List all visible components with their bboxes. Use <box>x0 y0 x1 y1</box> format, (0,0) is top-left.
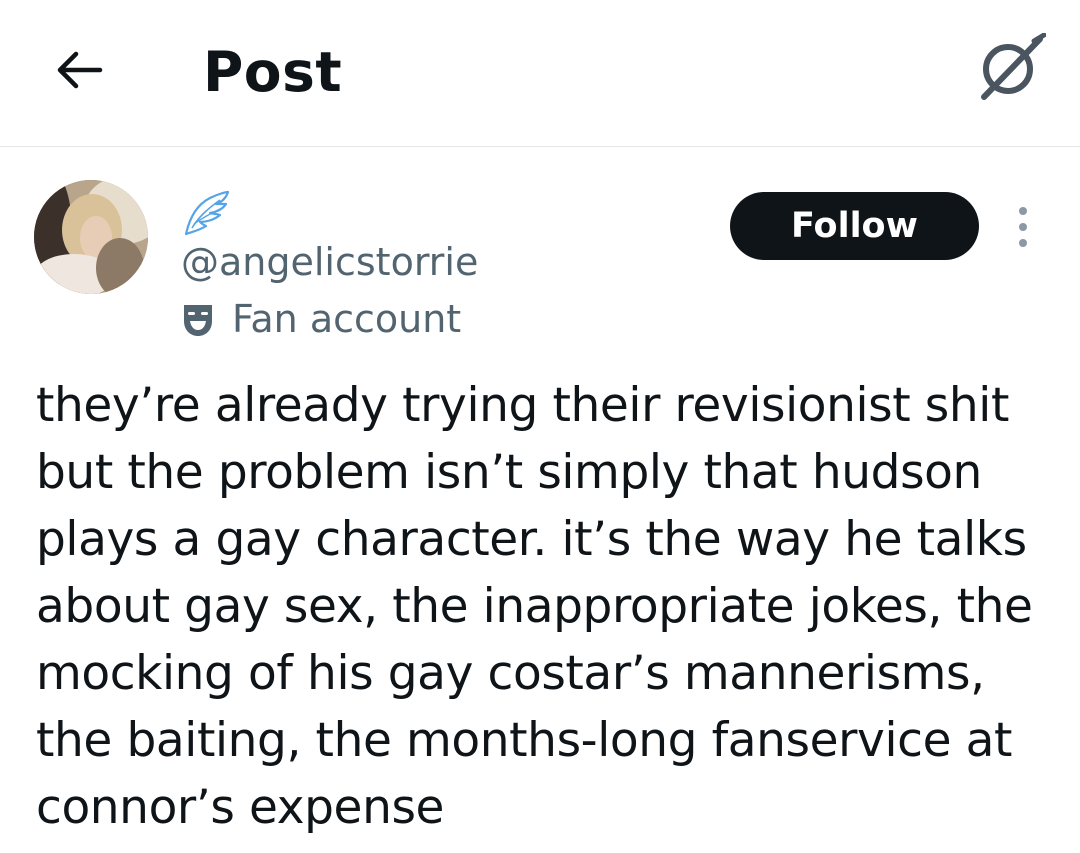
grok-icon <box>981 33 1046 100</box>
theater-mask-icon <box>184 305 212 336</box>
more-dot-icon <box>1019 207 1027 215</box>
top-bar: Post <box>0 0 1080 147</box>
angel-wing-icon <box>184 190 230 236</box>
account-label[interactable]: Fan account <box>178 294 461 344</box>
follow-button[interactable]: Follow <box>730 192 979 260</box>
more-dot-icon <box>1019 239 1027 247</box>
avatar-photo <box>34 180 148 294</box>
back-button[interactable] <box>40 38 118 102</box>
author-handle[interactable]: @angelicstorrie <box>181 238 478 286</box>
post-text: they’re already trying their revisionist… <box>36 378 1033 835</box>
account-label-text: Fan account <box>232 297 462 341</box>
more-options-button[interactable] <box>1003 200 1043 254</box>
more-dot-icon <box>1019 223 1027 231</box>
arrow-left-icon <box>57 51 103 89</box>
page-title: Post <box>203 40 343 104</box>
avatar[interactable] <box>34 180 148 294</box>
grok-button[interactable] <box>968 30 1052 106</box>
